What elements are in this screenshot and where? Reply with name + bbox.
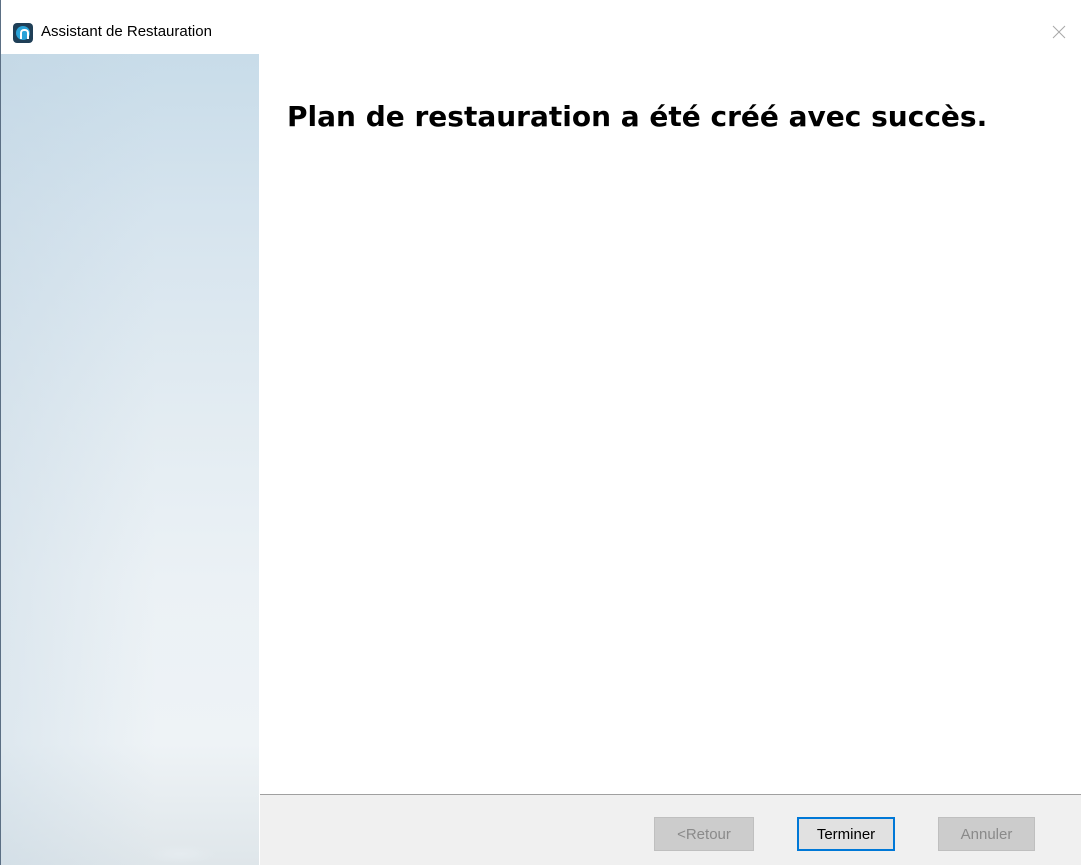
wizard-footer: <Retour Terminer Annuler [260,794,1081,865]
window-title: Assistant de Restauration [41,23,212,40]
finish-button[interactable]: Terminer [797,817,895,851]
page-heading: Plan de restauration a été créé avec suc… [287,100,988,133]
wizard-content: Plan de restauration a été créé avec suc… [259,54,1081,794]
sidebar-sky-image [1,54,259,865]
back-button[interactable]: <Retour [654,817,754,851]
title-bar[interactable]: Assistant de Restauration [1,0,1081,54]
close-icon [1052,25,1066,39]
cancel-button[interactable]: Annuler [938,817,1035,851]
app-logo-icon [13,23,33,43]
close-button[interactable] [1036,14,1081,50]
wizard-window: Assistant de Restauration Plan de restau… [0,0,1081,865]
